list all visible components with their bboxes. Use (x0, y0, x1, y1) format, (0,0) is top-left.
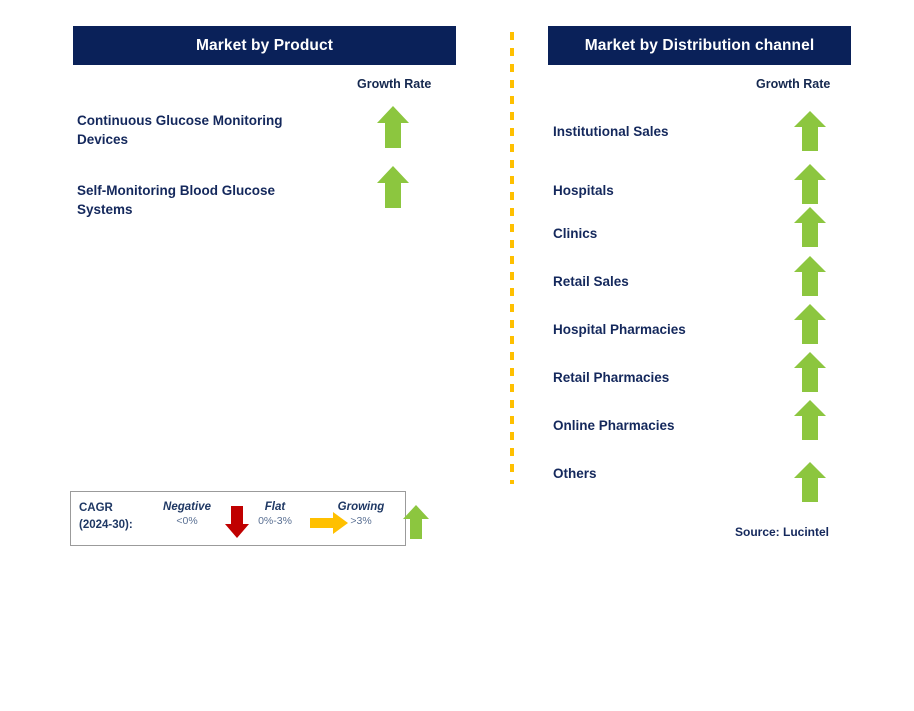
arrow-up-icon (794, 462, 826, 502)
source-note: Source: Lucintel (735, 525, 830, 539)
arrow-up-icon (794, 256, 826, 296)
growth-indicator-cell (793, 255, 827, 297)
list-item-label: Others (553, 466, 597, 481)
legend-entry-flat: Flat 0%-3% (239, 501, 311, 527)
list-item-label: Institutional Sales (553, 124, 669, 139)
growth-rate-column-header-distribution: Growth Rate (756, 77, 831, 91)
arrow-up-icon (403, 505, 429, 539)
growth-indicator-cell (793, 163, 827, 205)
arrow-up-icon (377, 166, 409, 208)
section-header-product-title: Market by Product (196, 36, 333, 54)
growth-indicator-cell (793, 351, 827, 393)
arrow-up-icon (794, 111, 826, 151)
list-item-label: Self-Monitoring Blood Glucose Systems (77, 183, 275, 218)
infographic-canvas: Market by Product Growth Rate Continuous… (0, 0, 914, 711)
legend-entry-negative-title: Negative (163, 501, 211, 513)
legend-entry-negative-range: <0% (176, 515, 198, 527)
growth-indicator-cell (376, 165, 410, 209)
legend-cagr-label: CAGR (2024-30): (79, 502, 133, 531)
list-item-label: Continuous Glucose Monitoring Devices (77, 113, 283, 148)
growth-indicator-cell (793, 461, 827, 503)
growth-indicator-cell (793, 399, 827, 441)
legend-entry-growing-range: >3% (350, 515, 372, 527)
section-header-distribution: Market by Distribution channel (548, 26, 851, 65)
growth-indicator-cell (793, 303, 827, 345)
arrow-up-icon (794, 164, 826, 204)
growth-indicator-cell (793, 110, 827, 152)
arrow-up-icon (377, 106, 409, 148)
cagr-legend: CAGR (2024-30): Negative <0% Flat 0%-3% (70, 491, 429, 546)
list-item-label: Hospital Pharmacies (553, 322, 686, 337)
arrow-up-icon (794, 304, 826, 344)
arrow-up-icon (794, 400, 826, 440)
list-item-label: Online Pharmacies (553, 418, 675, 433)
section-header-distribution-title: Market by Distribution channel (584, 36, 815, 54)
list-item-label: Clinics (553, 226, 598, 241)
arrow-up-icon (794, 207, 826, 247)
growth-indicator-cell (376, 105, 410, 149)
list-item-label: Retail Pharmacies (553, 370, 670, 385)
list-item-label: Retail Sales (553, 274, 629, 289)
legend-entry-growing-title: Growing (337, 501, 385, 513)
arrow-up-icon (794, 352, 826, 392)
legend-entry-flat-title: Flat (264, 501, 286, 513)
vertical-dashed-divider (510, 32, 514, 484)
section-header-product: Market by Product (73, 26, 456, 65)
legend-icon-growing-wrap (402, 504, 430, 540)
growth-rate-column-header-product: Growth Rate (357, 77, 432, 91)
growth-indicator-cell (793, 206, 827, 248)
legend-entry-flat-range: 0%-3% (258, 515, 292, 527)
list-item-label: Hospitals (553, 183, 614, 198)
legend-entry-growing: Growing >3% (323, 501, 399, 527)
legend-entry-negative: Negative <0% (151, 501, 223, 527)
